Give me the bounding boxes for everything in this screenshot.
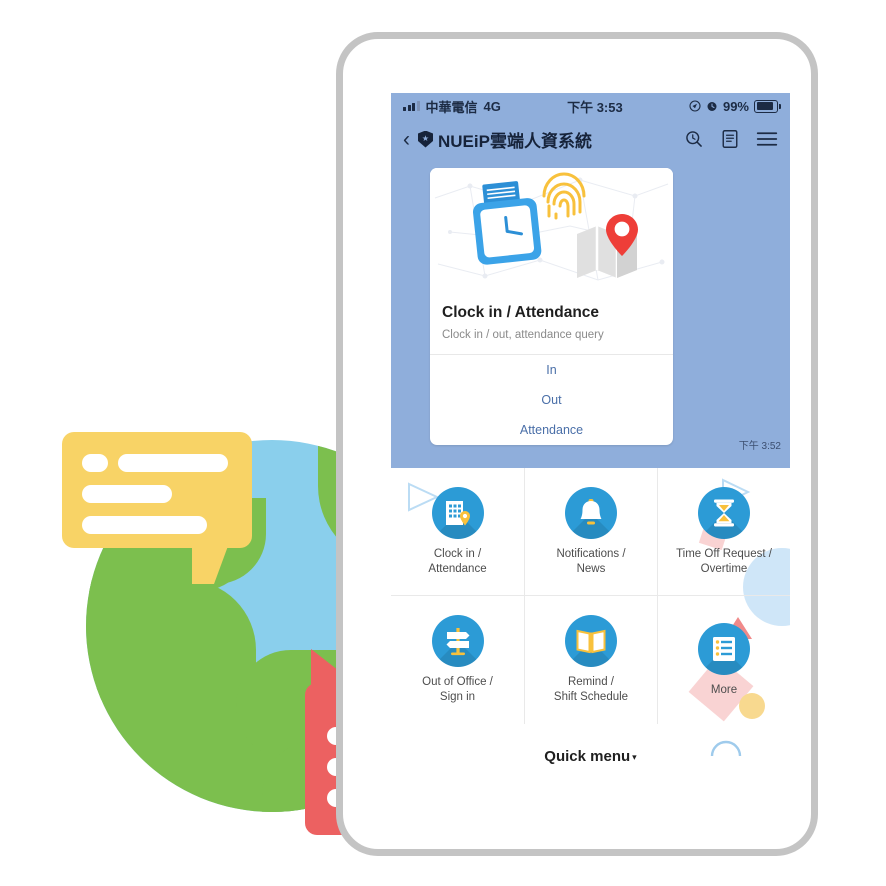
menu-item-remind[interactable]: Remind / Shift Schedule (524, 596, 657, 724)
shield-logo-icon: ★ (418, 130, 433, 148)
bell-icon (565, 486, 617, 539)
clock-attendance-illustration (434, 172, 669, 281)
building-location-icon (431, 486, 484, 539)
yellow-speech-bubble (62, 432, 252, 584)
menu-item-label: More (710, 683, 738, 696)
app-brand: ★ NUEiP雲端人資系統 (418, 127, 592, 152)
illustration-stage: 中華電信 4G 下午 3:53 99% ‹ ★ NUEiP雲端人資系統 Cloc… (0, 0, 886, 886)
network-label: 4G (483, 98, 501, 114)
quick-menu-panel: Clock in / Attendance Notifications / News (391, 468, 790, 805)
card-action-in[interactable]: In (430, 355, 673, 385)
quick-menu-row-2: Out of Office / Sign in Remind / Shift S… (391, 596, 790, 724)
bubble-body (62, 432, 252, 584)
card-action-attendance[interactable]: Attendance (430, 415, 673, 445)
hamburger-menu-icon[interactable] (756, 131, 778, 147)
list-icon (698, 622, 750, 675)
open-book-icon (565, 615, 617, 668)
signal-bars-icon (403, 101, 420, 111)
menu-item-label: Remind / Shift Schedule (553, 676, 629, 703)
carrier-label: 中華電信 (425, 99, 478, 115)
quick-menu-toggle[interactable]: Quick menu ▾ (391, 724, 790, 765)
menu-item-more[interactable]: More (657, 596, 790, 724)
status-bar-left: 中華電信 4G (403, 97, 501, 116)
search-clock-icon[interactable] (684, 129, 704, 149)
menu-item-clock-in[interactable]: Clock in / Attendance (391, 468, 524, 596)
menu-item-notifications[interactable]: Notifications / News (524, 468, 657, 596)
menu-item-label: Out of Office / Sign in (422, 676, 493, 703)
message-timestamp: 下午 3:52 (738, 441, 781, 452)
card-actions: In Out Attendance (430, 354, 673, 445)
status-bar: 中華電信 4G 下午 3:53 99% (391, 93, 790, 119)
chevron-down-icon: ▾ (632, 751, 637, 762)
card-text: Clock in / Attendance Clock in / out, at… (430, 294, 673, 354)
hourglass-icon (698, 486, 750, 539)
brand-title: NUEiP雲端人資系統 (438, 131, 592, 151)
menu-item-label: Time Off Request / Overtime (676, 547, 772, 575)
message-card[interactable]: Clock in / Attendance Clock in / out, at… (430, 168, 673, 445)
quick-menu-row-1: Clock in / Attendance Notifications / News (391, 468, 790, 596)
card-illustration (430, 168, 673, 294)
battery-percent-label: 99% (722, 98, 749, 114)
tablet-device-frame: 中華電信 4G 下午 3:53 99% ‹ ★ NUEiP雲端人資系統 Cloc… (336, 32, 818, 856)
chat-area: Clock in / Attendance Clock in / out, at… (391, 159, 790, 468)
menu-item-label: Notifications / News (556, 547, 626, 575)
signpost-icon (431, 615, 484, 668)
location-icon (689, 100, 701, 112)
back-button[interactable]: ‹ (403, 129, 410, 150)
bubble-tail (192, 546, 228, 584)
quick-menu-label: Quick menu (544, 748, 631, 765)
app-header-actions (684, 129, 778, 149)
status-bar-right: 99% (689, 98, 781, 114)
battery-icon (754, 99, 781, 113)
card-title: Clock in / Attendance (442, 304, 600, 321)
bubble-text-lines (62, 432, 252, 548)
status-bar-clock: 下午 3:53 (567, 99, 623, 115)
tablet-screen: 中華電信 4G 下午 3:53 99% ‹ ★ NUEiP雲端人資系統 Cloc… (391, 93, 790, 805)
app-header: ‹ ★ NUEiP雲端人資系統 (391, 119, 790, 159)
menu-item-label: Clock in / Attendance (428, 547, 487, 575)
menu-item-time-off[interactable]: Time Off Request / Overtime (657, 468, 790, 596)
document-icon[interactable] (721, 129, 739, 149)
menu-item-out-of-office[interactable]: Out of Office / Sign in (391, 596, 524, 724)
alarm-icon (707, 102, 717, 111)
card-subtitle: Clock in / out, attendance query (442, 329, 604, 341)
card-action-out[interactable]: Out (430, 385, 673, 415)
